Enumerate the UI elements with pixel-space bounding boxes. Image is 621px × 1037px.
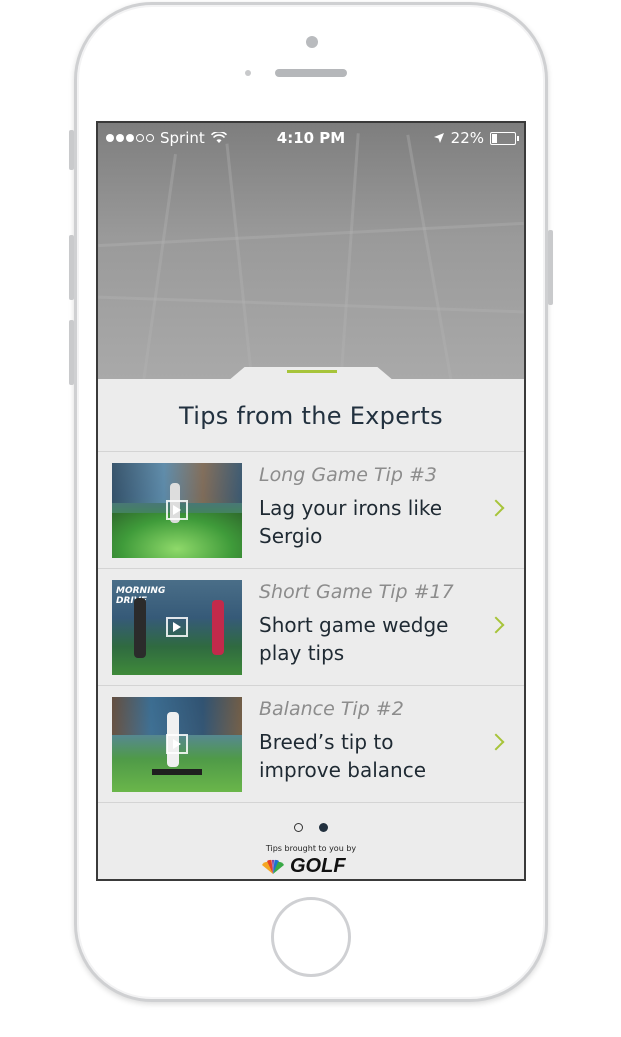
panel-title: Tips from the Experts	[179, 402, 443, 430]
peacock-logo-icon	[262, 859, 284, 874]
mute-switch	[69, 130, 74, 170]
tip-row[interactable]: Balance Tip #2 Breed’s tip to improve ba…	[98, 685, 524, 802]
sponsor-credit: Tips brought to you by	[265, 844, 357, 853]
video-thumbnail[interactable]	[112, 697, 242, 792]
chevron-right-icon[interactable]	[487, 616, 505, 634]
play-icon[interactable]	[166, 734, 188, 754]
volume-down-button	[69, 320, 74, 385]
status-bar: Sprint 4:10 PM 22%	[98, 123, 524, 151]
tip-title: Lag your irons like Sergio	[259, 496, 443, 548]
play-icon[interactable]	[166, 617, 188, 637]
battery-icon	[490, 131, 519, 145]
volume-up-button	[69, 235, 74, 300]
front-camera	[306, 36, 318, 48]
location-arrow-icon	[433, 133, 444, 143]
video-thumbnail[interactable]	[112, 463, 242, 558]
tip-row[interactable]: MORNING DRIVE Short Game Tip #17 Short g…	[98, 568, 524, 685]
chevron-right-icon[interactable]	[487, 733, 505, 751]
thumbnail-caption: MORNING DRIVE	[116, 586, 166, 606]
tip-list: Long Game Tip #3 Lag your irons like Ser…	[98, 451, 524, 803]
video-thumbnail[interactable]: MORNING DRIVE	[112, 580, 242, 675]
home-button[interactable]	[271, 897, 351, 977]
golf-brand: GOLF	[290, 855, 346, 877]
earpiece-speaker	[275, 69, 347, 77]
battery-percent: 22%	[450, 129, 484, 147]
tip-title: Short game wedge play tips	[259, 613, 449, 665]
tip-row[interactable]: Long Game Tip #3 Lag your irons like Ser…	[98, 451, 524, 568]
play-icon[interactable]	[166, 500, 188, 520]
golf-logo: GOLF	[259, 855, 346, 878]
power-button	[548, 230, 553, 305]
map-background[interactable]	[98, 123, 524, 379]
chevron-right-icon[interactable]	[487, 499, 505, 517]
tip-category: Balance Tip #2	[259, 698, 404, 720]
screen: Sprint 4:10 PM 22% Tips from the Experts	[96, 121, 526, 881]
drawer-indicator	[287, 370, 337, 373]
page-dot-1[interactable]	[294, 823, 303, 832]
tip-title: Breed’s tip to improve balance	[259, 730, 426, 782]
tip-category: Short Game Tip #17	[259, 581, 454, 603]
proximity-sensor	[245, 70, 251, 76]
page-dot-2[interactable]	[319, 823, 328, 832]
tip-category: Long Game Tip #3	[259, 464, 437, 486]
tips-panel: Tips from the Experts Long Game Tip #3 L…	[98, 379, 524, 879]
page-indicator[interactable]	[98, 823, 524, 832]
